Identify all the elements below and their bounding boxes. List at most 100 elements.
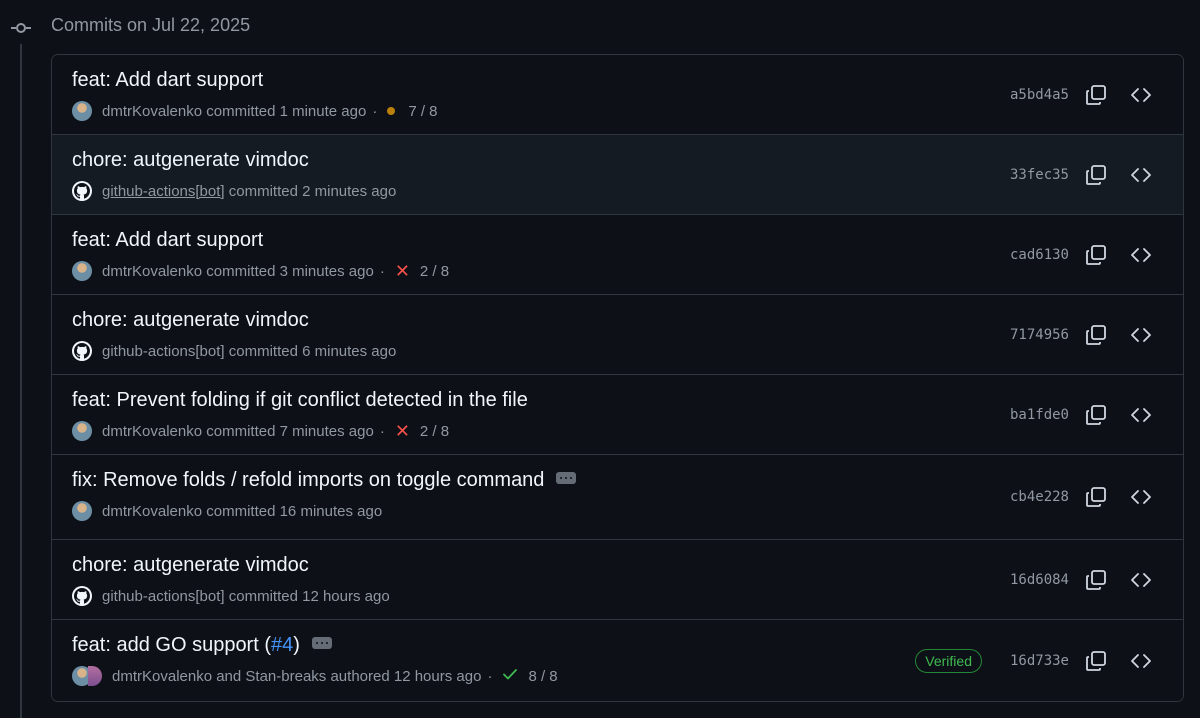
- author-link[interactable]: dmtrKovalenko: [102, 503, 202, 520]
- github-mark-icon[interactable]: [72, 341, 92, 361]
- commit-message-link[interactable]: feat: Add dart support: [72, 229, 263, 252]
- commit-action: committed: [206, 102, 276, 120]
- copy-icon[interactable]: [1084, 649, 1108, 673]
- commit-sha-link[interactable]: 16d6084: [1010, 572, 1069, 588]
- commit-message-link[interactable]: feat: add GO support (: [72, 634, 271, 657]
- author-link[interactable]: dmtrKovalenko: [102, 263, 202, 280]
- copy-icon[interactable]: [1084, 163, 1108, 187]
- commit-row[interactable]: feat: Add dart support dmtrKovalenko comm…: [52, 215, 1183, 295]
- commit-row[interactable]: chore: autgenerate vimdoc github-actions[…: [52, 295, 1183, 375]
- commit-message-link[interactable]: feat: Prevent folding if git conflict de…: [72, 389, 528, 412]
- commit-title[interactable]: fix: Remove folds / refold imports on to…: [72, 469, 577, 492]
- commit-action: authored: [330, 667, 390, 685]
- copy-icon[interactable]: [1084, 323, 1108, 347]
- commit-sha-link[interactable]: a5bd4a5: [1010, 87, 1069, 103]
- commit-row[interactable]: chore: autgenerate vimdoc github-actions[…: [52, 135, 1183, 215]
- author-link[interactable]: dmtrKovalenko and Stan-breaks: [112, 668, 326, 685]
- commit-title[interactable]: chore: autgenerate vimdoc: [72, 554, 309, 577]
- avatar[interactable]: [72, 421, 92, 441]
- co-author-avatars[interactable]: [72, 666, 102, 686]
- commit-sha-link[interactable]: cad6130: [1010, 247, 1069, 263]
- copy-icon[interactable]: [1084, 403, 1108, 427]
- github-mark-icon[interactable]: [72, 586, 92, 606]
- commit-row[interactable]: fix: Remove folds / refold imports on to…: [52, 455, 1183, 540]
- code-browse-icon[interactable]: [1129, 403, 1153, 427]
- pull-request-link[interactable]: #4: [271, 634, 293, 657]
- commit-sha-link[interactable]: 33fec35: [1010, 167, 1069, 183]
- check-icon: [502, 666, 518, 686]
- commit-meta: dmtrKovalenko committed 7 minutes ago · ✕ 2…: [72, 421, 449, 441]
- relative-time: 7 minutes ago: [279, 422, 374, 440]
- commit-action: committed: [206, 502, 276, 520]
- code-browse-icon[interactable]: [1129, 243, 1153, 267]
- relative-time: 6 minutes ago: [302, 342, 397, 360]
- commit-action: committed: [228, 182, 298, 200]
- commit-message-link[interactable]: chore: autgenerate vimdoc: [72, 554, 309, 577]
- commit-title[interactable]: feat: Prevent folding if git conflict de…: [72, 389, 528, 412]
- commit-action: committed: [206, 422, 276, 440]
- check-count: 8 / 8: [528, 667, 558, 685]
- commit-meta: dmtrKovalenko committed 3 minutes ago · ✕ 2…: [72, 261, 449, 281]
- relative-time: 2 minutes ago: [302, 182, 397, 200]
- code-browse-icon[interactable]: [1129, 568, 1153, 592]
- code-browse-icon[interactable]: [1129, 323, 1153, 347]
- github-mark-icon[interactable]: [72, 181, 92, 201]
- author-link[interactable]: github-actions[bot]: [102, 588, 225, 605]
- commit-sha-link[interactable]: ba1fde0: [1010, 407, 1069, 423]
- commit-row[interactable]: feat: Add dart support dmtrKovalenko comm…: [52, 55, 1183, 135]
- expand-message-button[interactable]: [311, 636, 332, 649]
- git-commit-icon: [11, 18, 31, 38]
- commit-message-link[interactable]: fix: Remove folds / refold imports on to…: [72, 469, 544, 492]
- avatar[interactable]: [72, 261, 92, 281]
- author-link[interactable]: github-actions[bot]: [102, 183, 225, 200]
- relative-time: 16 minutes ago: [279, 502, 383, 520]
- check-status[interactable]: ✕ 2 / 8: [394, 420, 450, 441]
- author-link[interactable]: github-actions[bot]: [102, 343, 225, 360]
- commit-title[interactable]: chore: autgenerate vimdoc: [72, 309, 309, 332]
- commit-action: committed: [228, 587, 298, 605]
- commit-sha-link[interactable]: 7174956: [1010, 327, 1069, 343]
- check-status[interactable]: 8 / 8: [502, 666, 558, 686]
- expand-message-button[interactable]: [556, 471, 577, 484]
- copy-icon[interactable]: [1084, 83, 1108, 107]
- pending-dot-icon: [387, 107, 396, 115]
- commit-title[interactable]: feat: add GO support (#4): [72, 634, 332, 657]
- code-browse-icon[interactable]: [1129, 649, 1153, 673]
- commit-message-link[interactable]: feat: Add dart support: [72, 69, 263, 92]
- avatar[interactable]: [72, 501, 92, 521]
- author-link[interactable]: dmtrKovalenko: [102, 423, 202, 440]
- avatar[interactable]: [88, 666, 102, 686]
- check-status[interactable]: ✕ 2 / 8: [395, 262, 449, 280]
- code-browse-icon[interactable]: [1129, 83, 1153, 107]
- commit-message-link[interactable]: chore: autgenerate vimdoc: [72, 309, 309, 332]
- copy-icon[interactable]: [1084, 243, 1108, 267]
- commit-title[interactable]: chore: autgenerate vimdoc: [72, 149, 309, 172]
- commit-title[interactable]: feat: Add dart support: [72, 69, 263, 92]
- commit-row[interactable]: feat: Prevent folding if git conflict de…: [52, 375, 1183, 455]
- commit-action: committed: [228, 342, 298, 360]
- verified-badge[interactable]: Verified: [915, 649, 982, 673]
- separator: ·: [487, 667, 493, 685]
- relative-time: 3 minutes ago: [279, 262, 374, 280]
- commit-meta: github-actions[bot] committed 12 hours a…: [72, 586, 390, 606]
- check-count: 7 / 8: [408, 102, 438, 120]
- commit-sha-link[interactable]: cb4e228: [1010, 489, 1069, 505]
- commit-title[interactable]: feat: Add dart support: [72, 229, 263, 252]
- commit-meta: dmtrKovalenko committed 16 minutes ago: [72, 501, 382, 521]
- commit-meta: github-actions[bot] committed 6 minutes …: [72, 341, 396, 361]
- x-icon: ✕: [394, 420, 410, 441]
- commit-message-link[interactable]: chore: autgenerate vimdoc: [72, 149, 309, 172]
- commit-meta: github-actions[bot] committed 2 minutes …: [72, 181, 396, 201]
- author-link[interactable]: dmtrKovalenko: [102, 103, 202, 120]
- code-browse-icon[interactable]: [1129, 163, 1153, 187]
- copy-icon[interactable]: [1084, 485, 1108, 509]
- commit-action: committed: [206, 262, 276, 280]
- check-count: 2 / 8: [419, 422, 450, 440]
- avatar[interactable]: [72, 101, 92, 121]
- check-status[interactable]: 7 / 8: [387, 102, 438, 120]
- commit-row[interactable]: chore: autgenerate vimdoc github-actions[…: [52, 540, 1183, 620]
- commit-row[interactable]: feat: add GO support (#4) dmtrKovalenko a…: [52, 620, 1183, 701]
- commit-sha-link[interactable]: 16d733e: [1010, 653, 1069, 669]
- code-browse-icon[interactable]: [1129, 485, 1153, 509]
- copy-icon[interactable]: [1084, 568, 1108, 592]
